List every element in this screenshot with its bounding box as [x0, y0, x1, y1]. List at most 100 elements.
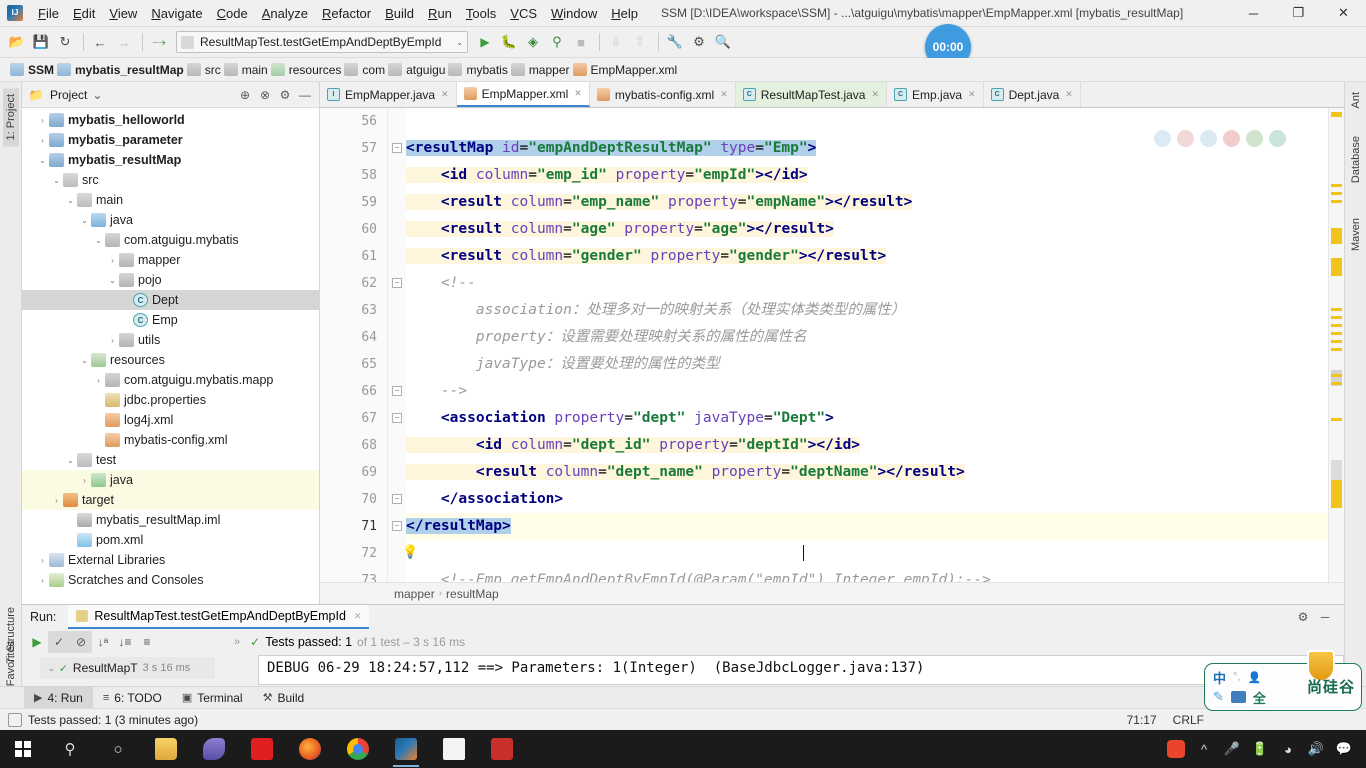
chevron-right-icon[interactable]: › [106, 256, 119, 265]
tree-item-mapper[interactable]: › mapper [22, 250, 319, 270]
intention-bulb-icon[interactable]: 💡 [402, 544, 418, 560]
sync-icon[interactable]: ↻ [54, 31, 76, 53]
chevron-down-icon[interactable]: ⌄ [64, 456, 77, 465]
code-content[interactable]: <resultMap id="empAndDeptResultMap" type… [406, 108, 1328, 604]
menu-view[interactable]: View [102, 2, 144, 25]
search-everywhere-icon[interactable]: 🔍 [712, 31, 734, 53]
editor-body[interactable]: 56 57 58 59 60 61 62 63 64 65 66 67 68 69 70 71 72 73 − − −… [320, 108, 1344, 604]
chevron-right-icon[interactable]: › [36, 136, 49, 145]
cortana-icon[interactable]: ○ [94, 730, 142, 768]
code-line[interactable]: javaType：设置要处理的属性的类型 [406, 351, 1328, 378]
editor-gutter[interactable]: 56 57 58 59 60 61 62 63 64 65 66 67 68 69 70 71 72 73 [320, 108, 388, 604]
code-fold-toggle[interactable]: − [392, 494, 402, 504]
float-icon-4[interactable] [1223, 130, 1240, 147]
expand-icon[interactable]: ⊗ [255, 85, 275, 105]
search-icon[interactable]: ⚲ [46, 730, 94, 768]
tree-item-mybatis-parameter[interactable]: › mybatis_parameter [22, 130, 319, 150]
navicat-icon[interactable] [190, 730, 238, 768]
code-line[interactable]: <id column="emp_id" property="empId"></i… [406, 162, 1328, 189]
chevron-down-icon[interactable]: ⌄ [78, 216, 91, 225]
code-line[interactable]: <result column="dept_name" property="dep… [406, 459, 1328, 486]
code-fold-toggle[interactable]: − [392, 413, 402, 423]
coverage-icon[interactable]: ◈ [522, 31, 544, 53]
close-icon[interactable]: ✕ [574, 88, 582, 99]
line-separator[interactable]: CRLF [1173, 713, 1204, 727]
editor-tab-mybatis-config-xml[interactable]: mybatis-config.xml ✕ [589, 82, 736, 107]
chevron-down-icon[interactable]: ⌄ [92, 236, 105, 245]
ime-keyboard-icon[interactable] [1230, 691, 1246, 703]
tree-item-jdbc-properties[interactable]: jdbc.properties [22, 390, 319, 410]
code-fold-toggle[interactable]: − [392, 143, 402, 153]
ime-user-icon[interactable]: 👤 [1247, 671, 1261, 684]
filter-passed-icon[interactable]: ✓ [48, 631, 70, 653]
editor-tab-emp-java[interactable]: Emp.java ✕ [887, 82, 984, 107]
profile-icon[interactable]: ⚲ [546, 31, 568, 53]
editor-tab-empmapper-java[interactable]: EmpMapper.java ✕ [320, 82, 457, 107]
code-line[interactable]: <association property="dept" javaType="D… [406, 405, 1328, 432]
run-configuration-selector[interactable]: ResultMapTest.testGetEmpAndDeptByEmpId ⌄ [176, 31, 468, 53]
bottom-tab-terminal[interactable]: ▣ Terminal [172, 687, 253, 709]
code-fold-toggle[interactable]: − [392, 521, 402, 531]
settings-gear-icon[interactable]: ⚙ [1292, 606, 1314, 628]
chevron-right-icon[interactable]: › [36, 556, 49, 565]
menu-file[interactable]: File [31, 2, 66, 25]
close-icon[interactable]: ✕ [871, 89, 879, 100]
rerun-icon[interactable]: ▶ [26, 631, 48, 653]
breadcrumb-mapper[interactable]: mapper [510, 63, 570, 77]
chevron-right-icon[interactable]: › [50, 496, 63, 505]
bottom-tab-build[interactable]: ⚒ Build [253, 687, 315, 709]
chevron-down-icon[interactable]: ⌄ [106, 276, 119, 285]
expand-collapse-icon[interactable]: ≡ [136, 631, 158, 653]
more-icon[interactable]: » [234, 636, 240, 648]
chevron-right-icon[interactable]: › [36, 576, 49, 585]
build-icon[interactable]: ⤍ [148, 31, 170, 53]
tree-item-pojo[interactable]: ⌄ pojo [22, 270, 319, 290]
code-line[interactable] [406, 540, 1328, 567]
tree-item-target[interactable]: › target [22, 490, 319, 510]
forward-icon[interactable]: → [113, 31, 135, 53]
stop-icon[interactable]: ■ [570, 31, 592, 53]
float-icon-5[interactable] [1246, 130, 1263, 147]
float-icon-1[interactable] [1154, 130, 1171, 147]
menu-tools[interactable]: Tools [459, 2, 503, 25]
wrench-icon[interactable]: 🔧 [664, 31, 686, 53]
code-line[interactable]: <id column="dept_id" property="deptId"><… [406, 432, 1328, 459]
editor-fold-column[interactable]: − − − − − − [388, 108, 406, 604]
menu-vcs[interactable]: VCS [503, 2, 544, 25]
sort-duration-icon[interactable]: ↓≡ [114, 631, 136, 653]
intellij-icon[interactable] [382, 730, 430, 768]
run-tab[interactable]: ResultMapTest.testGetEmpAndDeptByEmpId ✕ [68, 605, 370, 629]
code-fold-toggle[interactable]: − [392, 278, 402, 288]
close-icon[interactable]: ✕ [720, 89, 728, 100]
tree-item-mybatis-resultmap[interactable]: ⌄ mybatis_resultMap [22, 150, 319, 170]
tree-item-resources[interactable]: ⌄ resources [22, 350, 319, 370]
chrome-icon[interactable] [334, 730, 382, 768]
breadcrumb-src[interactable]: src [186, 63, 221, 77]
hide-panel-icon[interactable]: ─ [1314, 606, 1336, 628]
ime-mode-chinese[interactable]: 中 [1213, 668, 1226, 687]
wifi-icon[interactable]: ◕ [1274, 730, 1302, 768]
code-line[interactable]: <result column="gender" property="gender… [406, 243, 1328, 270]
tree-item-emp[interactable]: Emp [22, 310, 319, 330]
explorer-icon[interactable] [142, 730, 190, 768]
tool-tab-project[interactable]: 1: Project [3, 88, 19, 147]
code-line[interactable]: association：处理多对一的映射关系（处理实体类类型的属性） [406, 297, 1328, 324]
tree-item-test[interactable]: ⌄ test [22, 450, 319, 470]
chevron-down-icon[interactable]: ⌄ [78, 356, 91, 365]
tool-tab-ant[interactable]: Ant [1348, 86, 1364, 115]
editor-tab-empmapper-xml[interactable]: EmpMapper.xml ✕ [456, 82, 590, 107]
close-button[interactable]: ✕ [1321, 0, 1366, 27]
event-log-icon[interactable] [8, 712, 22, 727]
chevron-right-icon[interactable]: › [78, 476, 91, 485]
close-icon[interactable]: ✕ [441, 89, 449, 100]
chevron-down-icon[interactable]: ⌄ [50, 176, 63, 185]
battery-icon[interactable]: 🔋 [1246, 730, 1274, 768]
tree-item-mybatis-helloworld[interactable]: › mybatis_helloworld [22, 110, 319, 130]
chevron-down-icon[interactable]: ⌄ [64, 196, 77, 205]
tree-item-mybatis-resultmap-iml[interactable]: mybatis_resultMap.iml [22, 510, 319, 530]
hide-icon[interactable]: — [295, 85, 315, 105]
chevron-down-icon[interactable]: ⌄ [456, 38, 463, 47]
baidu-icon[interactable] [238, 730, 286, 768]
notification-icon[interactable]: 💬 [1330, 730, 1358, 768]
bottom-tab-4-run[interactable]: ▶ 4: Run [24, 686, 93, 709]
